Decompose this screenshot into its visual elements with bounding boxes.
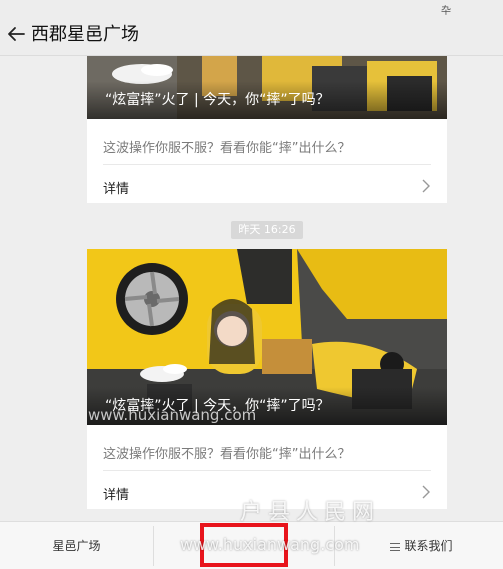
tab-xingyi-square[interactable]: 星邑广场 bbox=[0, 522, 153, 569]
article-card[interactable]: “炫富摔”火了 | 今天，你“摔”了吗？ 这波操作你服不服？看看你能“摔”出什么… bbox=[87, 249, 447, 509]
watermark-url: www.huxianwang.com bbox=[180, 535, 360, 554]
article-card[interactable]: “炫富摔”火了 | 今天，你“摔”了吗？ 这波操作你服不服？看看你能“摔”出什么… bbox=[87, 56, 447, 203]
chevron-right-icon bbox=[422, 485, 430, 499]
chevron-right-icon bbox=[422, 179, 430, 193]
tab-contact-us[interactable]: 联系我们 bbox=[340, 522, 503, 569]
tab-label: 联系我们 bbox=[404, 539, 453, 553]
timestamp-badge: 昨天 16:26 bbox=[231, 221, 303, 239]
tab-label: 星邑广场 bbox=[52, 539, 101, 553]
divider bbox=[103, 470, 431, 471]
detail-link[interactable]: 详情 bbox=[103, 178, 129, 197]
back-arrow-icon[interactable] bbox=[6, 24, 26, 44]
divider bbox=[103, 164, 431, 165]
status-icon: 卆 bbox=[441, 6, 451, 17]
article-image: “炫富摔”火了 | 今天，你“摔”了吗？ bbox=[87, 56, 447, 119]
article-image: “炫富摔”火了 | 今天，你“摔”了吗？ bbox=[87, 249, 447, 425]
header: 西郡星邑广场 bbox=[0, 16, 503, 56]
menu-icon bbox=[390, 542, 401, 551]
watermark-url: www.huxianwang.com bbox=[88, 406, 257, 424]
article-summary: 这波操作你服不服？看看你能“摔”出什么？ bbox=[103, 141, 351, 156]
article-caption: “炫富摔”火了 | 今天，你“摔”了吗？ bbox=[87, 81, 447, 119]
watermark-site-name: 户县人民网 bbox=[240, 500, 381, 525]
detail-link[interactable]: 详情 bbox=[103, 484, 129, 503]
page-title: 西郡星邑广场 bbox=[31, 24, 139, 45]
status-bar: 卆 bbox=[0, 0, 503, 17]
article-summary: 这波操作你服不服？看看你能“摔”出什么？ bbox=[103, 447, 351, 462]
